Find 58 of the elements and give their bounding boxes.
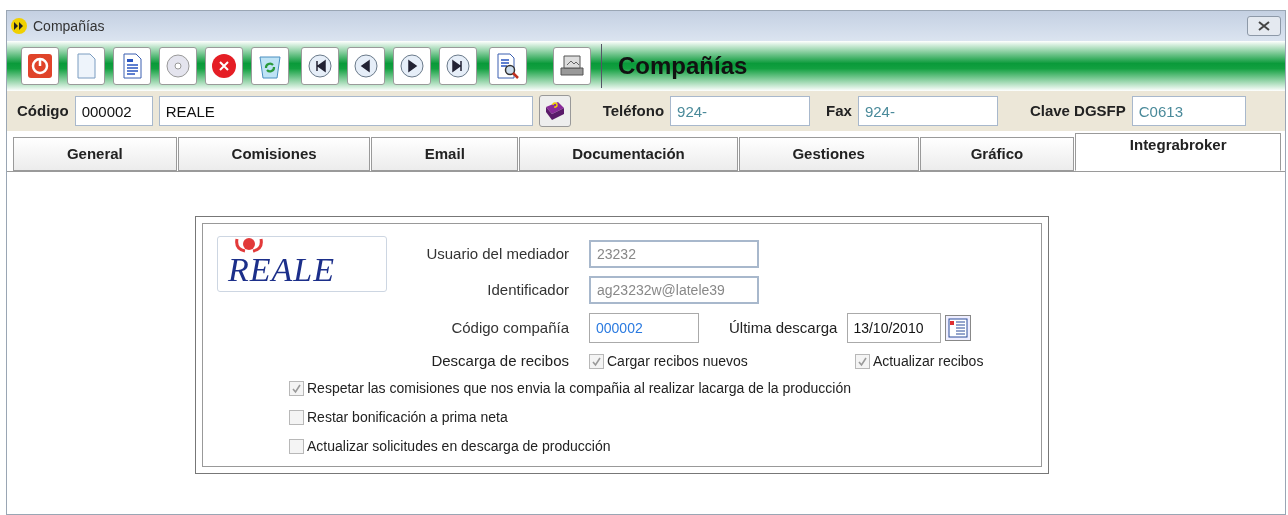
tab[interactable]: Gráfico: [919, 137, 1075, 171]
toolbar-button[interactable]: [301, 47, 339, 85]
field-label: Identificador: [486, 279, 570, 300]
tab[interactable]: Email: [371, 137, 519, 171]
tab[interactable]: Documentación: [519, 137, 738, 171]
checkbox-label: Restar bonificación a prima neta: [307, 408, 508, 427]
checkbox[interactable]: Respetar las comisiones que nos envia la compañia al realizar lacarga de la producción: [289, 378, 1041, 399]
field-label: Fax: [826, 100, 852, 121]
recycle-bin-icon: [257, 53, 283, 79]
calendar-button[interactable]: [945, 315, 972, 341]
printer-icon: [559, 53, 585, 79]
toolbar-button[interactable]: [439, 47, 477, 85]
disc-icon: [165, 53, 191, 79]
input-field[interactable]: 000002: [74, 96, 153, 126]
input-field[interactable]: REALE: [158, 96, 533, 126]
tab[interactable]: Comisiones: [177, 137, 371, 171]
date-field[interactable]: 13/10/2010: [847, 313, 942, 343]
document-search-icon: [495, 53, 521, 79]
input-field[interactable]: 924-: [857, 96, 998, 126]
input-field[interactable]: 924-: [670, 96, 811, 126]
checkbox-label: Respetar las comisiones que nos envia la compañia al realizar lacarga de la producción: [307, 379, 851, 398]
calendar-icon: [948, 318, 969, 338]
input-field[interactable]: 000002: [589, 313, 699, 343]
toolbar-button[interactable]: [393, 47, 431, 85]
tab[interactable]: Gestiones: [738, 137, 919, 171]
skip-forward-icon: [445, 53, 471, 79]
field-label: Clave DGSFP: [1029, 100, 1126, 121]
field-label: Código: [17, 100, 69, 121]
tab[interactable]: Integrabroker: [1075, 133, 1281, 171]
tab[interactable]: General: [13, 137, 177, 171]
power-icon: [27, 53, 53, 79]
field-label: Última descarga: [729, 317, 838, 338]
field-label: Descarga de recibos: [430, 350, 570, 371]
toolbar-button[interactable]: [489, 47, 527, 85]
field-label: Usuario del mediador: [425, 243, 570, 264]
previous-icon: [353, 53, 379, 79]
checkbox[interactable]: Cargar recibos nuevos: [589, 350, 748, 372]
checkbox-label: Cargar recibos nuevos: [607, 351, 748, 371]
app-icon: [11, 18, 27, 34]
help-book-button[interactable]: [538, 95, 571, 127]
checkbox[interactable]: Actualizar solicitudes en descarga de producción: [289, 436, 1041, 457]
field-label: Código compañía: [450, 317, 570, 338]
skip-back-icon: [307, 53, 333, 79]
checkbox[interactable]: Restar bonificación a prima neta: [289, 407, 1041, 428]
logo-emblem-icon: [234, 237, 264, 255]
delete-icon: [211, 53, 237, 79]
window-title: Compañías: [33, 16, 105, 36]
input-field[interactable]: C0613: [1131, 96, 1246, 126]
close-icon: [1258, 21, 1270, 31]
checkbox-label: Actualizar recibos: [872, 351, 984, 371]
checkbox-label: Actualizar solicitudes en descarga de producción: [307, 437, 611, 456]
logo-text: REALE: [228, 255, 335, 285]
field-label: Teléfono: [602, 100, 665, 121]
toolbar-title: Compañías: [618, 51, 748, 81]
toolbar-button[interactable]: [347, 47, 385, 85]
checkbox[interactable]: Actualizar recibos: [854, 350, 984, 372]
next-icon: [399, 53, 425, 79]
close-button[interactable]: [1247, 16, 1281, 36]
